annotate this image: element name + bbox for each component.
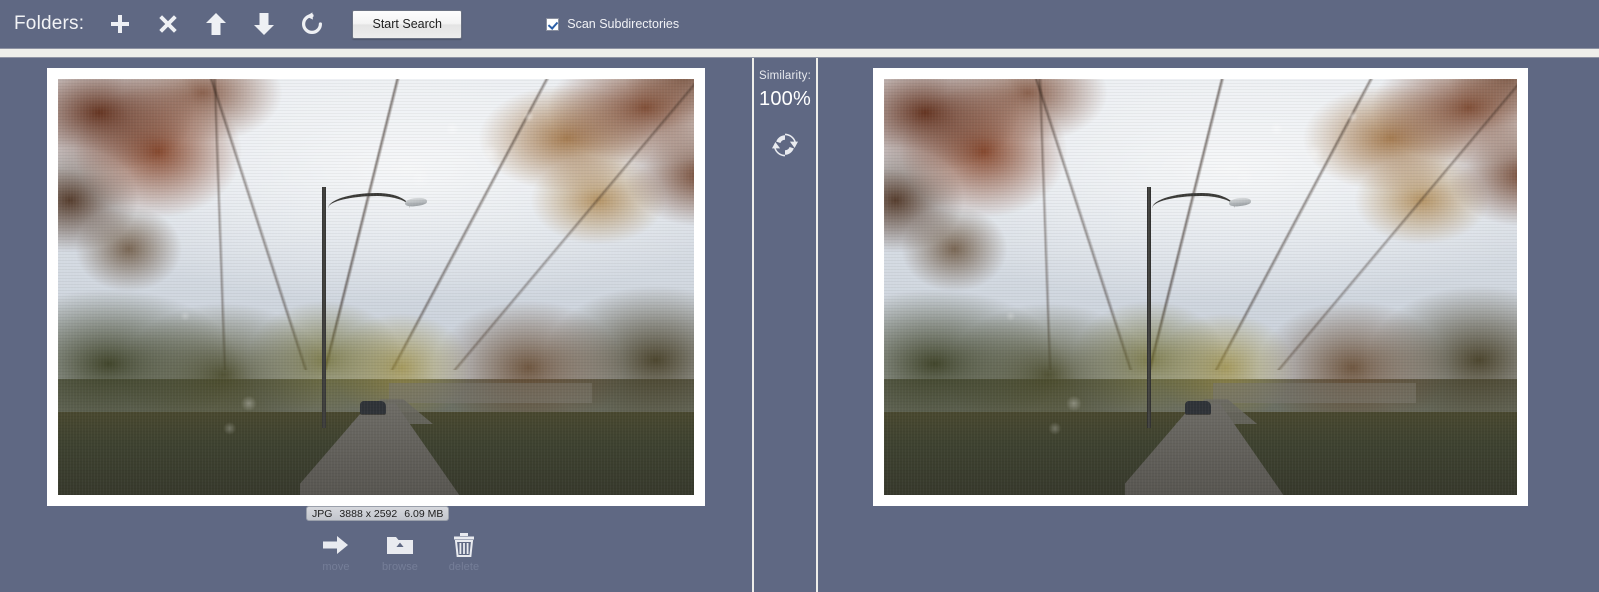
move-folder-down-button[interactable]: [250, 10, 278, 38]
add-folder-button[interactable]: [106, 10, 134, 38]
file-format: JPG: [312, 507, 333, 520]
folder-toolbar-buttons: [106, 10, 326, 38]
cross-icon: [157, 13, 179, 35]
similarity-label: Similarity:: [758, 70, 812, 82]
start-search-label: Start Search: [372, 17, 442, 31]
swap-images-button[interactable]: [770, 132, 800, 162]
photo-parking-lot: [1213, 382, 1416, 404]
photo-parking-lot: [388, 382, 593, 404]
swap-icon: [772, 132, 798, 163]
comparison-area: JPG 3888 x 2592 6.09 MB move browse dele…: [0, 58, 1599, 592]
left-image-pane: JPG 3888 x 2592 6.09 MB move browse dele…: [0, 58, 752, 592]
left-delete-label: delete: [448, 561, 480, 573]
arrow-down-icon: [253, 12, 275, 36]
left-move-label: move: [322, 561, 350, 573]
left-browse-label: browse: [381, 561, 419, 573]
right-image-pane: JPG 3888 x 2592 6.10 MB move: [818, 58, 1599, 592]
right-image-frame[interactable]: [873, 68, 1528, 506]
duplicate-image-finder-window: Folders: Start Search Scan Subdirectorie…: [0, 0, 1599, 592]
scan-subdirectories-label: Scan Subdirectories: [567, 17, 680, 31]
left-photo[interactable]: [58, 79, 694, 495]
start-search-button[interactable]: Start Search: [352, 9, 463, 39]
remove-folder-button[interactable]: [154, 10, 182, 38]
refresh-ccw-icon: [300, 12, 324, 36]
reset-button[interactable]: [298, 10, 326, 38]
left-move-button[interactable]: move: [315, 530, 357, 573]
move-folder-up-button[interactable]: [202, 10, 230, 38]
toolbar-separator: [0, 48, 1599, 58]
arrow-up-icon: [205, 12, 227, 36]
folder-open-icon: [387, 530, 413, 560]
photo-car: [360, 400, 387, 414]
photo-car: [1184, 400, 1211, 414]
plus-icon: [108, 12, 132, 36]
file-dimensions: 3888 x 2592: [339, 507, 398, 520]
left-image-frame[interactable]: [47, 68, 705, 506]
similarity-pane: Similarity: 100%: [754, 58, 816, 592]
folders-label: Folders:: [14, 13, 85, 34]
left-browse-button[interactable]: browse: [379, 530, 421, 573]
photo-lamp-pole: [321, 187, 326, 429]
arrow-right-icon: [323, 530, 349, 560]
scan-subdirectories-checkbox[interactable]: Scan Subdirectories: [546, 17, 679, 31]
right-photo[interactable]: [884, 79, 1517, 495]
trash-icon: [453, 530, 475, 560]
checkbox-box[interactable]: [546, 17, 560, 31]
left-file-info-badge: JPG 3888 x 2592 6.09 MB: [306, 506, 450, 521]
left-delete-button[interactable]: delete: [443, 530, 485, 573]
photo-lamp-pole: [1146, 187, 1151, 429]
toolbar: Folders: Start Search Scan Subdirectorie…: [0, 0, 1599, 48]
left-actions: move browse delete: [315, 530, 485, 573]
similarity-value: 100%: [759, 88, 811, 110]
file-size: 6.09 MB: [404, 507, 444, 520]
